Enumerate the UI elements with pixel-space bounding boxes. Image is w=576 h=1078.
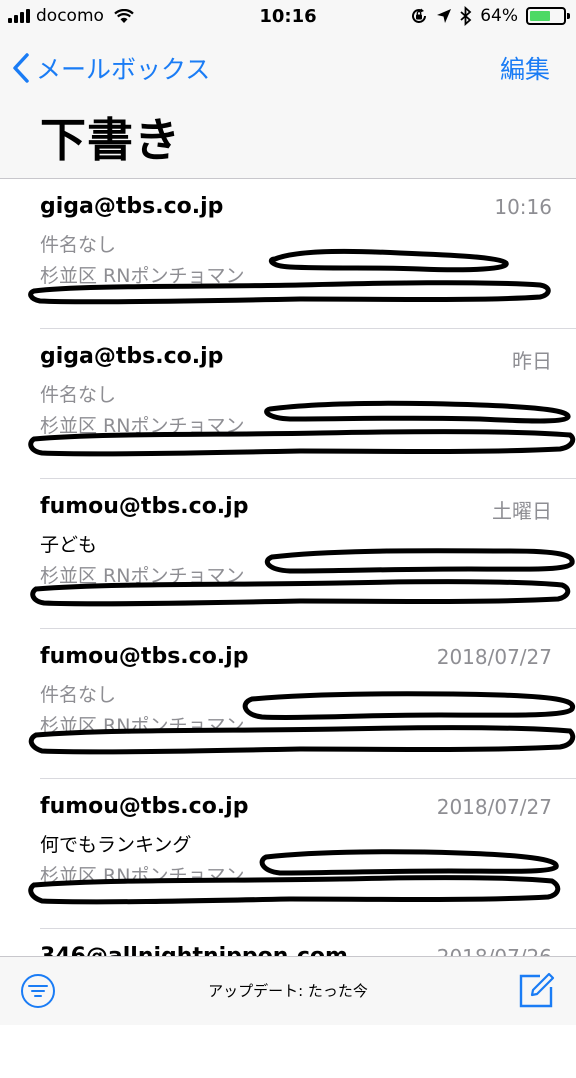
message-subject: 件名なし <box>40 684 117 706</box>
battery-icon <box>526 7 570 25</box>
message-date: 土曜日 <box>492 499 552 523</box>
message-preview: 杉並区 RNポンチョマン <box>40 265 245 287</box>
message-subject: 件名なし <box>40 234 117 256</box>
message-sender: fumou@tbs.co.jp <box>40 644 249 669</box>
message-sender: fumou@tbs.co.jp <box>40 494 249 519</box>
bottom-toolbar: アップデート: たった今 <box>0 956 576 1025</box>
message-date: 10:16 <box>494 195 552 219</box>
back-label: メールボックス <box>36 55 211 84</box>
chevron-left-icon <box>13 53 29 83</box>
compose-icon[interactable] <box>518 971 556 1009</box>
status-bar: docomo 10:16 64% <box>0 0 576 36</box>
message-row[interactable]: fumou@tbs.co.jp 2018/07/27 何でもランキング 杉並区 … <box>28 779 576 929</box>
message-sender: giga@tbs.co.jp <box>40 344 224 369</box>
message-list: giga@tbs.co.jp 10:16 件名なし 杉並区 RNポンチョマン g… <box>0 179 576 1078</box>
message-preview: 杉並区 RNポンチョマン <box>40 715 245 737</box>
message-sender: fumou@tbs.co.jp <box>40 794 249 819</box>
status-right: 64% <box>410 6 570 26</box>
battery-percent: 64% <box>480 6 518 26</box>
message-row[interactable]: fumou@tbs.co.jp 土曜日 子ども 杉並区 RNポンチョマン <box>30 479 576 629</box>
message-subject: 子ども <box>40 534 98 556</box>
message-preview: 杉並区 RNポンチョマン <box>40 865 245 887</box>
navigation-header: メールボックス 編集 下書き <box>0 36 576 179</box>
message-preview: 杉並区 RNポンチョマン <box>40 565 245 587</box>
location-icon <box>437 9 452 23</box>
message-subject: 件名なし <box>40 384 117 406</box>
message-sender: giga@tbs.co.jp <box>40 194 224 219</box>
edit-button[interactable]: 編集 <box>500 50 550 86</box>
battery-level <box>530 11 550 21</box>
message-date: 2018/07/27 <box>436 795 552 819</box>
message-row[interactable]: giga@tbs.co.jp 10:16 件名なし 杉並区 RNポンチョマン <box>28 179 576 329</box>
back-button[interactable]: メールボックス <box>12 50 210 86</box>
message-date: 昨日 <box>512 349 552 373</box>
bluetooth-icon <box>460 6 472 26</box>
page-title: 下書き <box>40 113 181 167</box>
message-date: 2018/07/27 <box>436 645 552 669</box>
message-preview: 杉並区 RNポンチョマン <box>40 415 245 437</box>
update-status: アップデート: たった今 <box>208 982 368 1000</box>
message-row[interactable]: fumou@tbs.co.jp 2018/07/27 件名なし 杉並区 RNポン… <box>28 629 576 779</box>
orientation-lock-icon <box>412 8 427 23</box>
message-subject: 何でもランキング <box>40 834 192 856</box>
message-row[interactable]: giga@tbs.co.jp 昨日 件名なし 杉並区 RNポンチョマン <box>28 329 576 479</box>
